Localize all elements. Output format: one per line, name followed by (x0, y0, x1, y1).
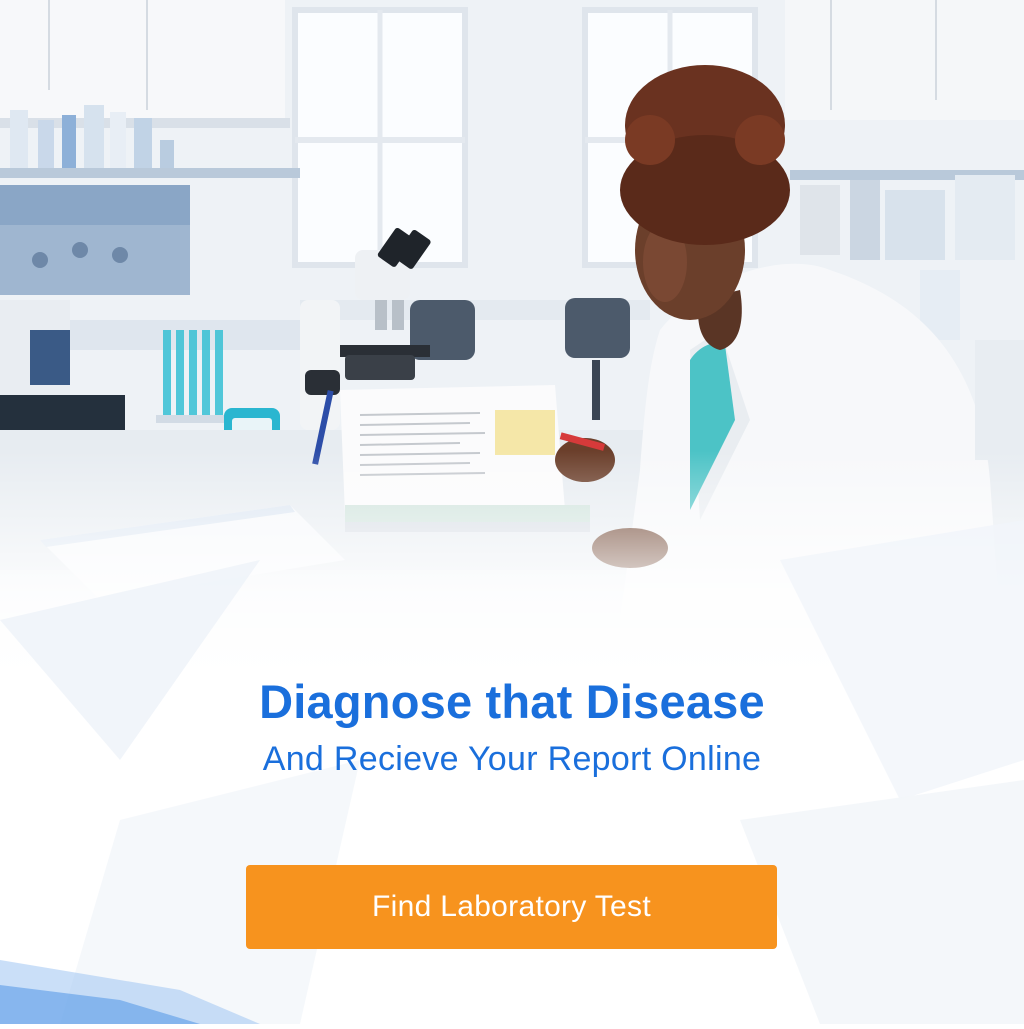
subheadline: And Recieve Your Report Online (262, 740, 762, 778)
headline: Diagnose that Disease (259, 675, 765, 728)
cta-label: Find Laboratory Test (372, 890, 651, 923)
find-laboratory-test-button[interactable]: Find Laboratory Test (246, 865, 777, 949)
